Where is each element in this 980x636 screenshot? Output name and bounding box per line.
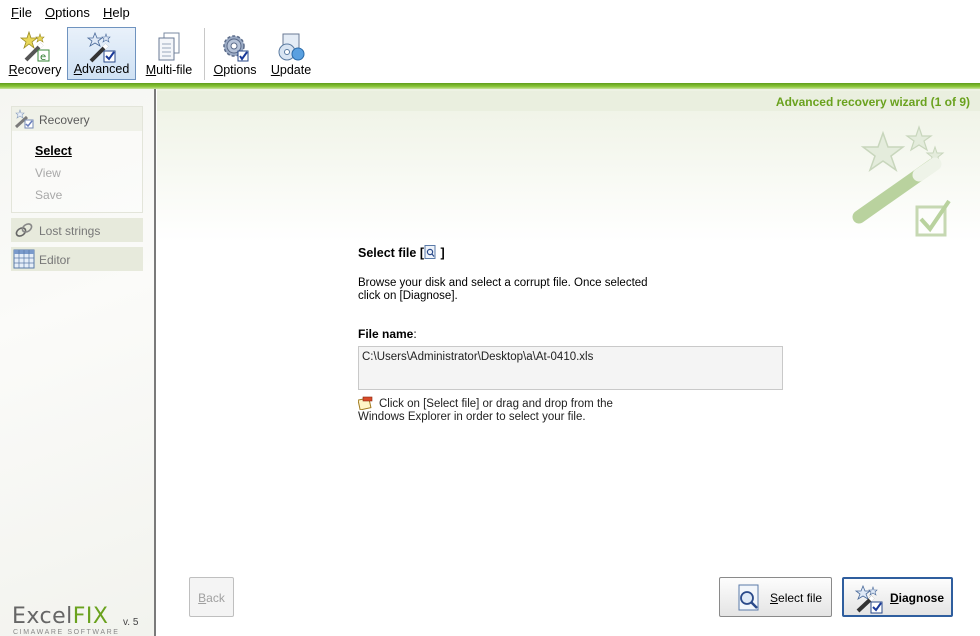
magic-wand-watermark-icon [852,125,951,237]
magic-wand-check-icon [86,31,115,63]
spreadsheet-grid-icon [13,249,35,269]
file-search-icon [424,245,436,259]
section-description: Browse your disk and select a corrupt fi… [358,277,648,302]
sidebar-item-editor-label: Editor [39,253,71,267]
documents-icon [158,32,180,61]
svg-text:e: e [40,52,46,63]
toolbar: e Recovery Advanced Multi-file Options U… [0,24,980,83]
toolbar-advanced-button[interactable]: Advanced [67,27,136,80]
toolbar-multifile-label: Multi-file [145,63,193,77]
toolbar-update-label: Update [270,63,312,77]
toolbar-advanced-label: Advanced [73,62,130,76]
diagnose-button-label: Diagnose [890,591,945,605]
sidebar-step-select[interactable]: Select [35,144,72,158]
wizard-panel: Advanced recovery wizard (1 of 9) Select… [157,89,980,636]
logo-company: CIMAWARE SOFTWARE [13,629,120,636]
logo-version: v. 5 [123,617,139,628]
update-disc-icon [278,33,305,61]
app-logo: ExcelFIX [12,604,109,629]
toolbar-multifile-button[interactable]: Multi-file [140,27,198,80]
menu-bar: File Options Help [0,0,980,24]
back-button-label: Back [198,591,225,605]
filename-label-text: File name [358,327,414,341]
back-button[interactable]: Back [189,577,234,617]
logo-text-fix: FIX [72,604,109,629]
sidebar-border [154,89,156,636]
wizard-title-bar: Advanced recovery wizard (1 of 9) [157,91,980,111]
toolbar-separator [204,28,205,80]
logo-text-excel: Excel [12,604,73,629]
toolbar-options-button[interactable]: Options [210,27,260,80]
file-search-icon [738,584,759,611]
section-title-text: Select file [358,246,417,260]
sidebar-step-view[interactable]: View [35,166,61,180]
filename-label: File name: [358,327,417,341]
menu-options[interactable]: Options [45,5,90,20]
toolbar-options-label: Options [213,63,257,77]
filename-field[interactable]: C:\Users\Administrator\Desktop\a\At-0410… [358,346,783,390]
toolbar-update-button[interactable]: Update [266,27,316,80]
menu-file[interactable]: File [11,5,32,20]
magic-wand-check-icon [854,584,883,614]
sidebar-step-save[interactable]: Save [35,188,62,202]
section-title: Select file [ ] [358,245,445,260]
magic-wand-icon: e [19,30,50,63]
menu-help[interactable]: Help [103,5,130,20]
sidebar-item-lost-strings[interactable]: Lost strings [11,218,143,242]
toolbar-recovery-button[interactable]: e Recovery [6,27,64,80]
sidebar-item-lost-strings-label: Lost strings [39,224,101,238]
select-file-button[interactable]: Select file [719,577,832,617]
chain-link-icon [15,223,33,237]
toolbar-recovery-label: Recovery [8,63,62,77]
hint-text: Click on [Select file] or drag and drop … [358,398,613,423]
diagnose-button[interactable]: Diagnose [842,577,953,617]
gear-icon [223,35,249,62]
select-file-button-label: Select file [770,591,823,605]
wizard-title: Advanced recovery wizard (1 of 9) [775,95,970,109]
recovery-steps [11,106,143,213]
sidebar-item-editor[interactable]: Editor [11,247,143,271]
